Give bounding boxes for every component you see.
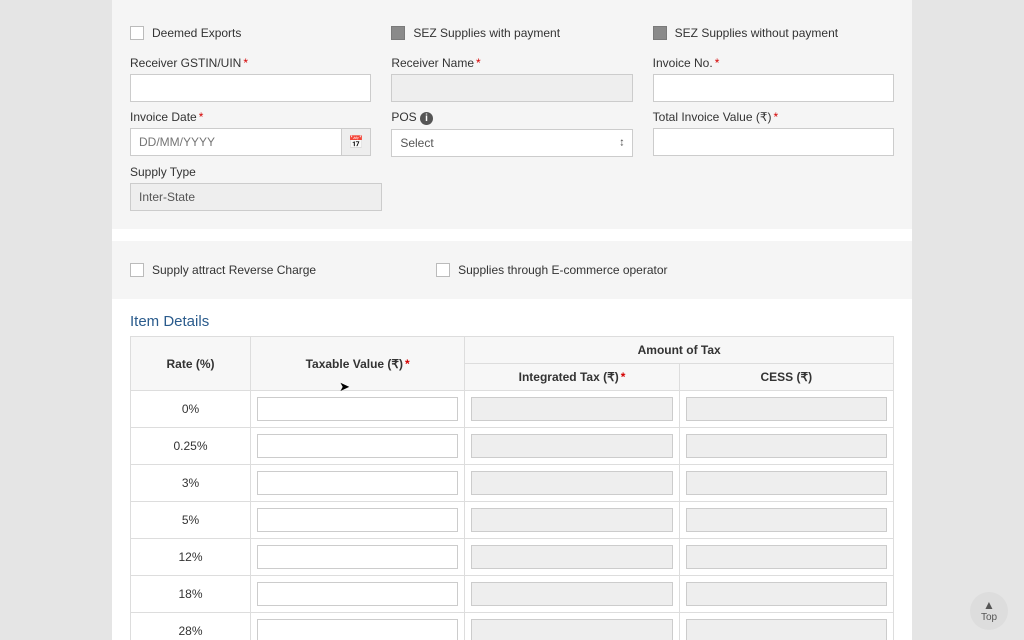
input-cess-2 — [686, 471, 887, 495]
calendar-icon[interactable]: 📅 — [341, 128, 371, 156]
select-pos[interactable] — [391, 129, 632, 157]
checkbox-ecommerce[interactable] — [436, 263, 450, 277]
th-integrated: Integrated Tax (₹)* — [465, 364, 679, 391]
input-integrated-tax-1 — [471, 434, 672, 458]
table-row: 28% — [131, 613, 894, 640]
checkbox-sez-with-payment[interactable] — [391, 26, 405, 40]
table-row: 12% — [131, 539, 894, 576]
input-taxable-value-3[interactable] — [257, 508, 458, 532]
input-integrated-tax-3 — [471, 508, 672, 532]
cell-rate: 28% — [131, 613, 251, 640]
table-row: 0% — [131, 391, 894, 428]
input-taxable-value-6[interactable] — [257, 619, 458, 640]
input-supply-type — [130, 183, 382, 211]
label-total-invoice-value: Total Invoice Value (₹)* — [653, 110, 894, 124]
cell-rate: 0.25% — [131, 428, 251, 465]
input-integrated-tax-0 — [471, 397, 672, 421]
input-cess-6 — [686, 619, 887, 640]
input-cess-4 — [686, 545, 887, 569]
label-invoice-date: Invoice Date* — [130, 110, 371, 124]
input-invoice-date[interactable] — [130, 128, 341, 156]
back-to-top-button[interactable]: ▲ Top — [970, 592, 1008, 630]
invoice-form-section: Deemed Exports SEZ Supplies with payment… — [112, 0, 912, 229]
input-taxable-value-4[interactable] — [257, 545, 458, 569]
th-cess: CESS (₹) — [679, 364, 893, 391]
input-taxable-value-5[interactable] — [257, 582, 458, 606]
cell-rate: 0% — [131, 391, 251, 428]
input-invoice-no[interactable] — [653, 74, 894, 102]
label-ecommerce: Supplies through E-commerce operator — [458, 263, 667, 277]
th-rate: Rate (%) — [131, 337, 251, 391]
input-cess-0 — [686, 397, 887, 421]
th-taxable: Taxable Value (₹)* — [251, 337, 465, 391]
label-reverse-charge: Supply attract Reverse Charge — [152, 263, 316, 277]
label-receiver-name: Receiver Name* — [391, 56, 632, 70]
table-row: 0.25% — [131, 428, 894, 465]
input-taxable-value-2[interactable] — [257, 471, 458, 495]
input-cess-5 — [686, 582, 887, 606]
table-row: 18% — [131, 576, 894, 613]
cell-rate: 18% — [131, 576, 251, 613]
label-sez-without-payment: SEZ Supplies without payment — [675, 26, 838, 40]
input-integrated-tax-4 — [471, 545, 672, 569]
cell-rate: 5% — [131, 502, 251, 539]
chevron-up-icon: ▲ — [983, 599, 995, 612]
input-integrated-tax-2 — [471, 471, 672, 495]
label-pos: POS i — [391, 110, 632, 125]
label-supply-type: Supply Type — [130, 165, 382, 179]
label-deemed-exports: Deemed Exports — [152, 26, 241, 40]
input-taxable-value-0[interactable] — [257, 397, 458, 421]
checkbox-reverse-charge[interactable] — [130, 263, 144, 277]
input-integrated-tax-5 — [471, 582, 672, 606]
th-amount-of-tax: Amount of Tax — [465, 337, 894, 364]
label-receiver-gstin: Receiver GSTIN/UIN* — [130, 56, 371, 70]
cell-rate: 3% — [131, 465, 251, 502]
input-receiver-name — [391, 74, 632, 102]
item-details-heading: Item Details — [112, 299, 912, 336]
input-cess-3 — [686, 508, 887, 532]
input-cess-1 — [686, 434, 887, 458]
cell-rate: 12% — [131, 539, 251, 576]
label-sez-with-payment: SEZ Supplies with payment — [413, 26, 560, 40]
checkbox-deemed-exports[interactable] — [130, 26, 144, 40]
item-details-table: Rate (%) Taxable Value (₹)* Amount of Ta… — [130, 336, 894, 640]
back-to-top-label: Top — [981, 612, 997, 623]
input-receiver-gstin[interactable] — [130, 74, 371, 102]
input-integrated-tax-6 — [471, 619, 672, 640]
extra-options-section: Supply attract Reverse Charge Supplies t… — [112, 241, 912, 299]
label-invoice-no: Invoice No.* — [653, 56, 894, 70]
checkbox-sez-without-payment[interactable] — [653, 26, 667, 40]
input-taxable-value-1[interactable] — [257, 434, 458, 458]
info-icon[interactable]: i — [420, 112, 433, 125]
table-row: 3% — [131, 465, 894, 502]
input-total-invoice-value[interactable] — [653, 128, 894, 156]
table-row: 5% — [131, 502, 894, 539]
